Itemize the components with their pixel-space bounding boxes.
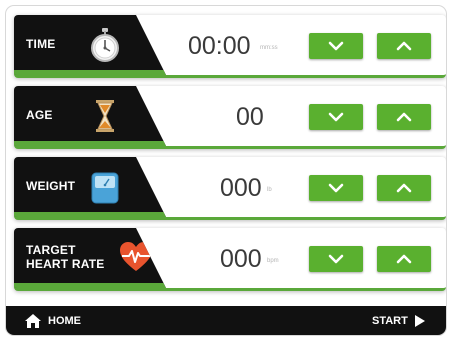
time-increase-button[interactable] [377, 33, 431, 59]
home-icon [25, 314, 41, 328]
chevron-up-icon [396, 41, 412, 51]
home-button[interactable]: HOME [24, 312, 81, 330]
target-heart-rate-unit: bpm [267, 258, 279, 264]
age-decrease-button[interactable] [309, 104, 363, 130]
start-label: START [372, 315, 408, 327]
hourglass-icon [96, 100, 114, 132]
time-label-panel: TIME [14, 15, 166, 75]
target-heart-rate-row: TARGET HEART RATE 000 bpm [14, 228, 446, 291]
age-row: AGE 00 [14, 86, 446, 149]
home-label: HOME [48, 315, 81, 327]
target-heart-rate-decrease-button[interactable] [309, 246, 363, 272]
age-label-panel: AGE [14, 86, 166, 146]
footer-bar: HOME START [6, 306, 446, 335]
target-heart-rate-label: TARGET HEART RATE [26, 243, 104, 271]
weight-value: 000 [220, 174, 262, 202]
heart-rate-icon [120, 242, 152, 271]
time-row: TIME 00:00 mm:ss [14, 15, 446, 78]
stopwatch-icon [91, 28, 119, 62]
weight-row: WEIGHT 000 lb [14, 157, 446, 220]
target-heart-rate-label-line2: HEART RATE [26, 257, 105, 271]
weight-increase-button[interactable] [377, 175, 431, 201]
workout-setup-screen: TIME 00:00 mm:ss AGE 00 WEIGHT 000 lb TA… [6, 6, 446, 335]
target-heart-rate-value: 000 [220, 245, 262, 273]
chevron-up-icon [396, 183, 412, 193]
chevron-down-icon [328, 254, 344, 264]
time-unit: mm:ss [260, 45, 278, 51]
target-heart-rate-label-panel: TARGET HEART RATE [14, 228, 166, 288]
chevron-down-icon [328, 183, 344, 193]
chevron-up-icon [396, 254, 412, 264]
time-label: TIME [26, 37, 56, 51]
chevron-down-icon [328, 41, 344, 51]
age-value: 00 [236, 103, 264, 131]
weight-decrease-button[interactable] [309, 175, 363, 201]
target-heart-rate-increase-button[interactable] [377, 246, 431, 272]
weight-label-panel: WEIGHT [14, 157, 166, 217]
play-icon [414, 315, 425, 327]
age-increase-button[interactable] [377, 104, 431, 130]
weight-unit: lb [267, 187, 272, 193]
time-value: 00:00 [188, 32, 251, 60]
chevron-up-icon [396, 112, 412, 122]
weight-label: WEIGHT [26, 179, 76, 193]
target-heart-rate-label-line1: TARGET [26, 243, 76, 257]
time-decrease-button[interactable] [309, 33, 363, 59]
start-button[interactable]: START [372, 312, 426, 330]
age-label: AGE [26, 108, 53, 122]
chevron-down-icon [328, 112, 344, 122]
scale-icon [91, 172, 119, 204]
